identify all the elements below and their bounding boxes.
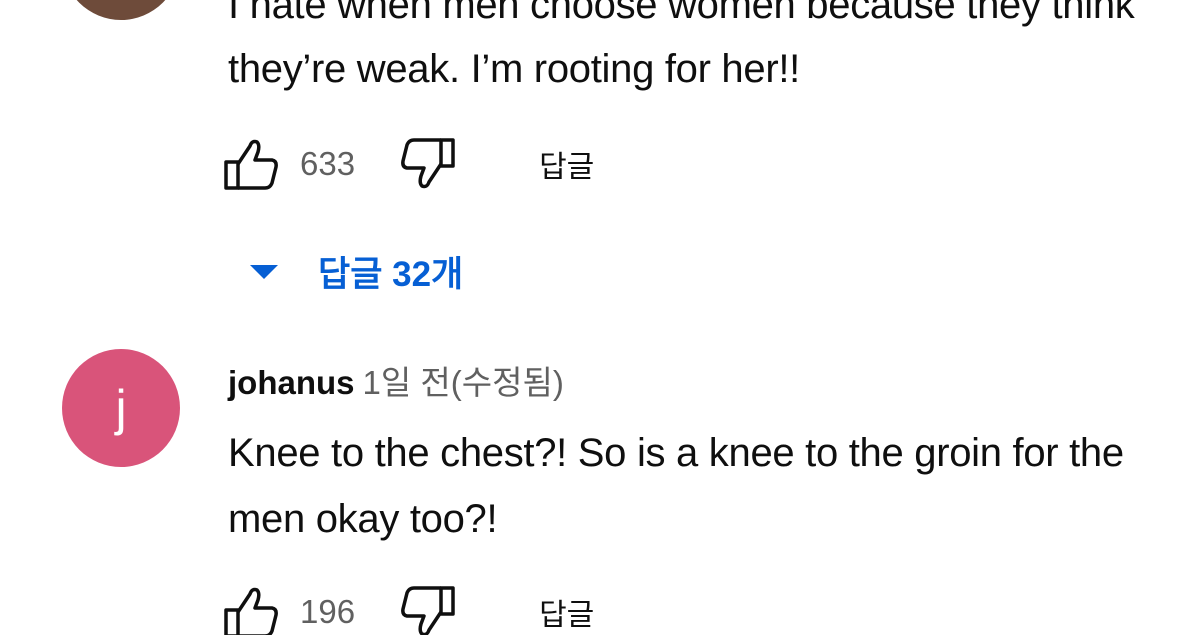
comment-text-line: Knee to the chest?! So is a knee to the … [228, 431, 1124, 475]
author-name[interactable]: johanus [228, 364, 355, 401]
comment-text-line: they’re weak. I’m rooting for her!! [228, 47, 800, 91]
caret-down-icon [250, 264, 278, 279]
reply-button[interactable]: 답글 [539, 142, 594, 186]
thumb-down-icon [401, 586, 455, 635]
like-count: 633 [300, 145, 356, 182]
comment-action-bar: 196 답글 [222, 582, 594, 635]
comment-text-line: I hate when men choose women because the… [228, 0, 1135, 27]
comment-action-bar: 633 답글 [222, 134, 594, 194]
dislike-button[interactable] [399, 584, 457, 635]
like-button[interactable] [222, 584, 280, 635]
thumb-up-icon [224, 587, 278, 635]
like-count: 196 [300, 593, 356, 630]
comments-section: I hate when men choose women because the… [0, 0, 1200, 635]
dislike-button[interactable] [399, 136, 457, 192]
comment-timestamp[interactable]: 1일 전(수정됨) [363, 364, 564, 401]
thumb-down-icon [401, 138, 455, 189]
avatar[interactable] [62, 0, 180, 20]
like-button[interactable] [222, 136, 280, 192]
view-replies-button[interactable]: 답글 32개 [250, 246, 463, 297]
view-replies-label: 답글 32개 [318, 255, 464, 294]
avatar[interactable]: j [62, 349, 180, 467]
reply-button[interactable]: 답글 [539, 590, 594, 634]
avatar-letter: j [115, 380, 127, 436]
comment-header: johanus 1일 전(수정됨) [228, 356, 564, 404]
thumb-up-icon [224, 139, 278, 190]
comment-text-line: men okay too?! [228, 497, 498, 541]
